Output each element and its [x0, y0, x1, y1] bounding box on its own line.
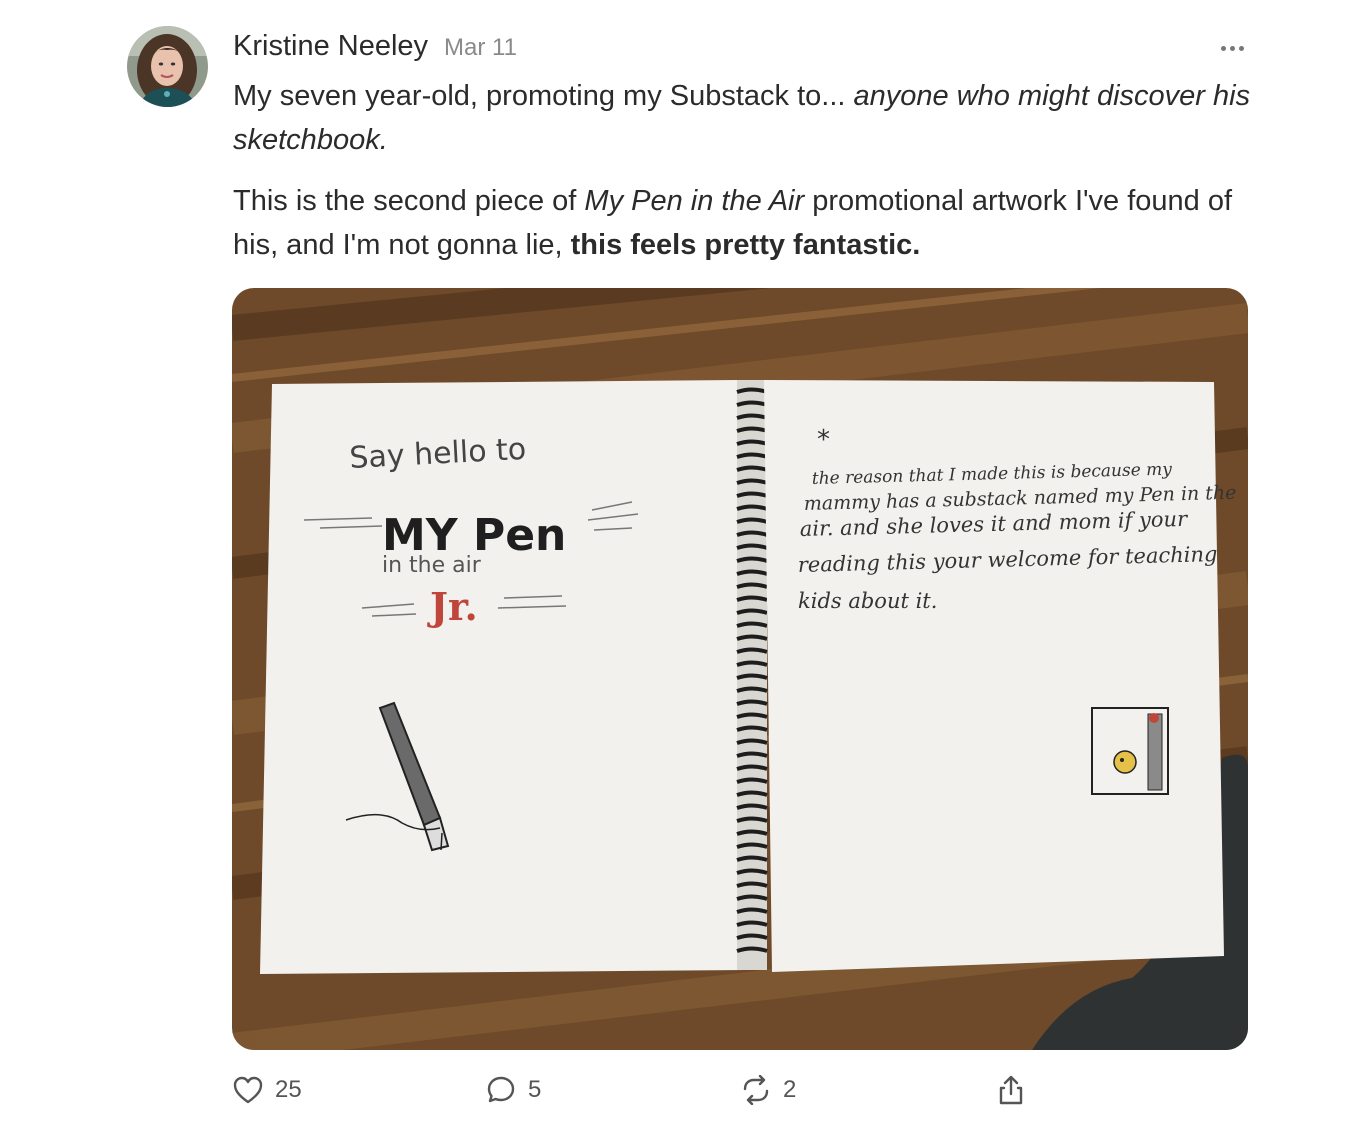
restack-count: 2	[783, 1076, 797, 1103]
heart-icon	[231, 1073, 265, 1107]
right-line-5: kids about it.	[798, 589, 937, 613]
p1-text: My seven year-old, promoting my Substack…	[233, 80, 854, 112]
post-body: My seven year-old, promoting my Substack…	[233, 74, 1253, 284]
share-icon	[994, 1073, 1028, 1107]
comment-bubble-icon	[484, 1073, 518, 1107]
post-date[interactable]: Mar 11	[444, 34, 517, 62]
spiral-binding	[736, 380, 768, 970]
more-horizontal-icon	[1220, 45, 1226, 51]
p2-italic: My Pen in the Air	[584, 185, 805, 217]
restack-icon	[739, 1073, 773, 1107]
left-line-4: Jr.	[427, 584, 478, 629]
right-mark: *	[817, 425, 830, 455]
author-avatar[interactable]	[127, 26, 208, 107]
restack-button[interactable]: 2	[739, 1064, 796, 1116]
left-page	[260, 380, 746, 974]
more-options-button[interactable]	[1214, 36, 1250, 60]
more-dot	[1229, 45, 1235, 51]
comment-button[interactable]: 5	[484, 1064, 541, 1116]
post-header: Kristine Neeley Mar 11	[233, 30, 517, 70]
left-line-3: in the air	[382, 553, 482, 578]
p2-bold: this feels pretty fantastic.	[570, 229, 921, 261]
note-post: Kristine Neeley Mar 11 My seven year-old…	[0, 0, 1356, 1140]
like-button[interactable]: 25	[231, 1064, 302, 1116]
post-image[interactable]: Say hello to MY Pen in the air Jr. * the…	[232, 288, 1248, 1050]
comment-count: 5	[528, 1076, 542, 1103]
body-paragraph-2: This is the second piece of My Pen in th…	[233, 179, 1253, 267]
share-button[interactable]	[994, 1064, 1028, 1116]
post-actions: 25 5 2	[0, 1064, 1356, 1116]
p2-text-a: This is the second piece of	[233, 185, 585, 217]
like-count: 25	[275, 1076, 302, 1103]
author-name[interactable]: Kristine Neeley	[233, 30, 428, 63]
more-dot	[1238, 45, 1244, 51]
body-paragraph-1: My seven year-old, promoting my Substack…	[233, 74, 1253, 162]
avatar-photo	[127, 26, 208, 107]
sketchbook-photo: Say hello to MY Pen in the air Jr. * the…	[232, 288, 1248, 1050]
